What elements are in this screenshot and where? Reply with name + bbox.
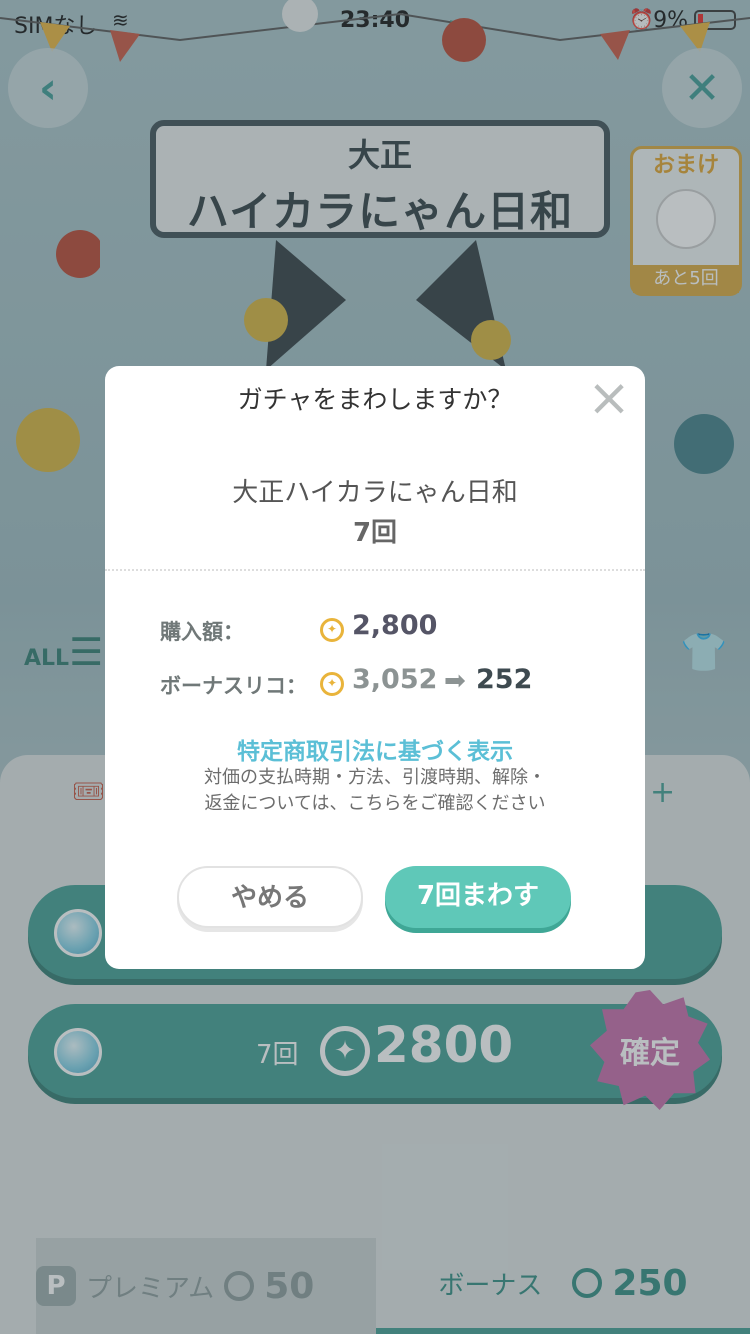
commerce-law-link[interactable]: 特定商取引法に基づく表示 xyxy=(105,732,645,766)
gacha-confirm-dialog: ガチャをまわしますか？ × 大正ハイカラにゃん日和 7回 購入額： ✦ 2,80… xyxy=(105,366,645,969)
arrow-right-icon: ➡ xyxy=(444,666,466,696)
law-note-line1: 対価の支払時期・方法、引渡時期、解除・ xyxy=(204,767,546,788)
bonus-before: 3,052 xyxy=(352,664,438,695)
purchase-label: 購入額： xyxy=(160,620,244,644)
divider xyxy=(105,569,645,571)
purchase-amount: 2,800 xyxy=(352,610,438,641)
rico-coin-icon: ✦ xyxy=(320,618,344,642)
law-note-line2: 返金については、こちらをご確認ください xyxy=(204,793,546,814)
bonus-rico-label: ボーナスリコ： xyxy=(160,674,307,698)
purchase-row: 購入額： ✦ 2,800 xyxy=(160,610,600,650)
bonus-after: 252 xyxy=(476,664,533,695)
commerce-law-note: 対価の支払時期・方法、引渡時期、解除・ 返金については、こちらをご確認ください xyxy=(105,765,645,817)
spin-count: 7回 xyxy=(352,518,398,548)
spin-7-button[interactable]: 7回まわす xyxy=(385,866,571,928)
bonus-rico-row: ボーナスリコ： ✦ 3,052 ➡ 252 xyxy=(160,664,600,704)
cancel-button[interactable]: やめる xyxy=(177,866,363,928)
gacha-name: 大正ハイカラにゃん日和 xyxy=(232,478,518,508)
rico-coin-icon: ✦ xyxy=(320,672,344,696)
dialog-title: ガチャをまわしますか？ xyxy=(237,385,513,414)
close-icon[interactable]: × xyxy=(581,372,637,428)
